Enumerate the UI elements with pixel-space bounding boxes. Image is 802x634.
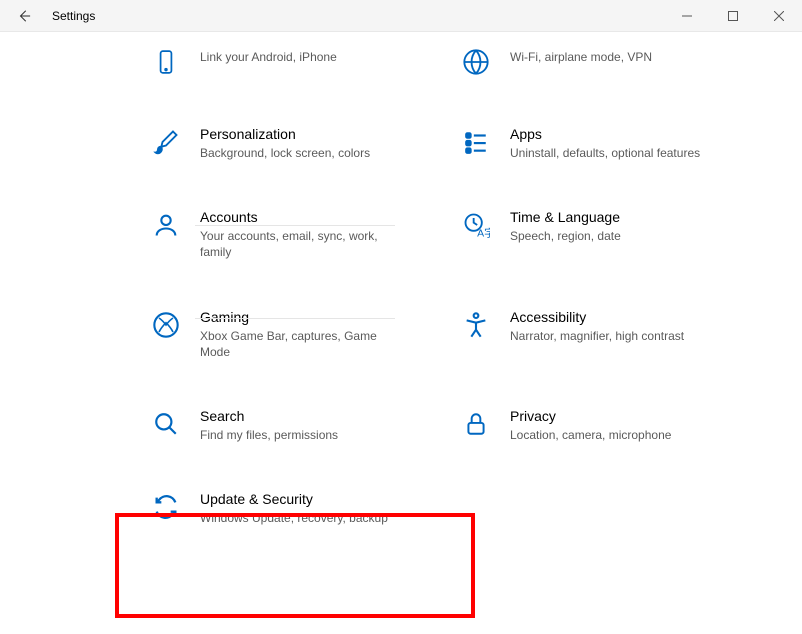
tile-accessibility[interactable]: Accessibility Narrator, magnifier, high … (460, 305, 720, 364)
settings-grid: Link your Android, iPhone Wi-Fi, airplan… (150, 42, 782, 530)
tile-title: Accessibility (510, 309, 684, 325)
lock-icon (460, 408, 492, 440)
close-icon (774, 11, 784, 21)
tile-title: Gaming (200, 309, 410, 325)
tile-phone[interactable]: Link your Android, iPhone (150, 42, 410, 82)
tile-subtitle: Your accounts, email, sync, work, family (200, 228, 410, 260)
window-controls (664, 0, 802, 32)
maximize-button[interactable] (710, 0, 756, 32)
tile-title: Update & Security (200, 491, 388, 507)
tile-subtitle: Speech, region, date (510, 228, 621, 244)
maximize-icon (728, 11, 738, 21)
tile-apps[interactable]: Apps Uninstall, defaults, optional featu… (460, 122, 720, 165)
minimize-button[interactable] (664, 0, 710, 32)
divider (195, 318, 395, 319)
tile-title: Time & Language (510, 209, 621, 225)
tile-time-language[interactable]: A字 Time & Language Speech, region, date (460, 205, 720, 264)
tile-subtitle: Narrator, magnifier, high contrast (510, 328, 684, 344)
tile-gaming[interactable]: Gaming Xbox Game Bar, captures, Game Mod… (150, 305, 410, 364)
tile-privacy[interactable]: Privacy Location, camera, microphone (460, 404, 720, 447)
tile-subtitle: Uninstall, defaults, optional features (510, 145, 700, 161)
window-title: Settings (48, 9, 664, 23)
clock-language-icon: A字 (460, 209, 492, 241)
minimize-icon (682, 11, 692, 21)
titlebar: Settings (0, 0, 802, 32)
phone-icon (150, 46, 182, 78)
paintbrush-icon (150, 126, 182, 158)
tile-subtitle: Xbox Game Bar, captures, Game Mode (200, 328, 410, 360)
tile-title: Apps (510, 126, 700, 142)
settings-content: Link your Android, iPhone Wi-Fi, airplan… (0, 32, 802, 634)
tile-search[interactable]: Search Find my files, permissions (150, 404, 410, 447)
tile-title: Accounts (200, 209, 410, 225)
back-button[interactable] (0, 0, 48, 32)
globe-icon (460, 46, 492, 78)
tile-title: Search (200, 408, 338, 424)
arrow-left-icon (17, 9, 31, 23)
empty-cell (460, 487, 720, 530)
tile-subtitle: Link your Android, iPhone (200, 49, 337, 65)
tile-accounts[interactable]: Accounts Your accounts, email, sync, wor… (150, 205, 410, 264)
apps-icon (460, 126, 492, 158)
person-icon (150, 209, 182, 241)
close-button[interactable] (756, 0, 802, 32)
accessibility-icon (460, 309, 492, 341)
tile-subtitle: Wi-Fi, airplane mode, VPN (510, 49, 652, 65)
search-icon (150, 408, 182, 440)
tile-subtitle: Location, camera, microphone (510, 427, 671, 443)
tile-subtitle: Find my files, permissions (200, 427, 338, 443)
svg-text:A字: A字 (477, 227, 490, 239)
tile-subtitle: Background, lock screen, colors (200, 145, 370, 161)
sync-icon (150, 491, 182, 523)
tile-network[interactable]: Wi-Fi, airplane mode, VPN (460, 42, 720, 82)
tile-subtitle: Windows Update, recovery, backup (200, 510, 388, 526)
tile-title: Privacy (510, 408, 671, 424)
tile-title: Personalization (200, 126, 370, 142)
xbox-icon (150, 309, 182, 341)
tile-personalization[interactable]: Personalization Background, lock screen,… (150, 122, 410, 165)
tile-update-security[interactable]: Update & Security Windows Update, recove… (150, 487, 410, 530)
divider (195, 225, 395, 226)
